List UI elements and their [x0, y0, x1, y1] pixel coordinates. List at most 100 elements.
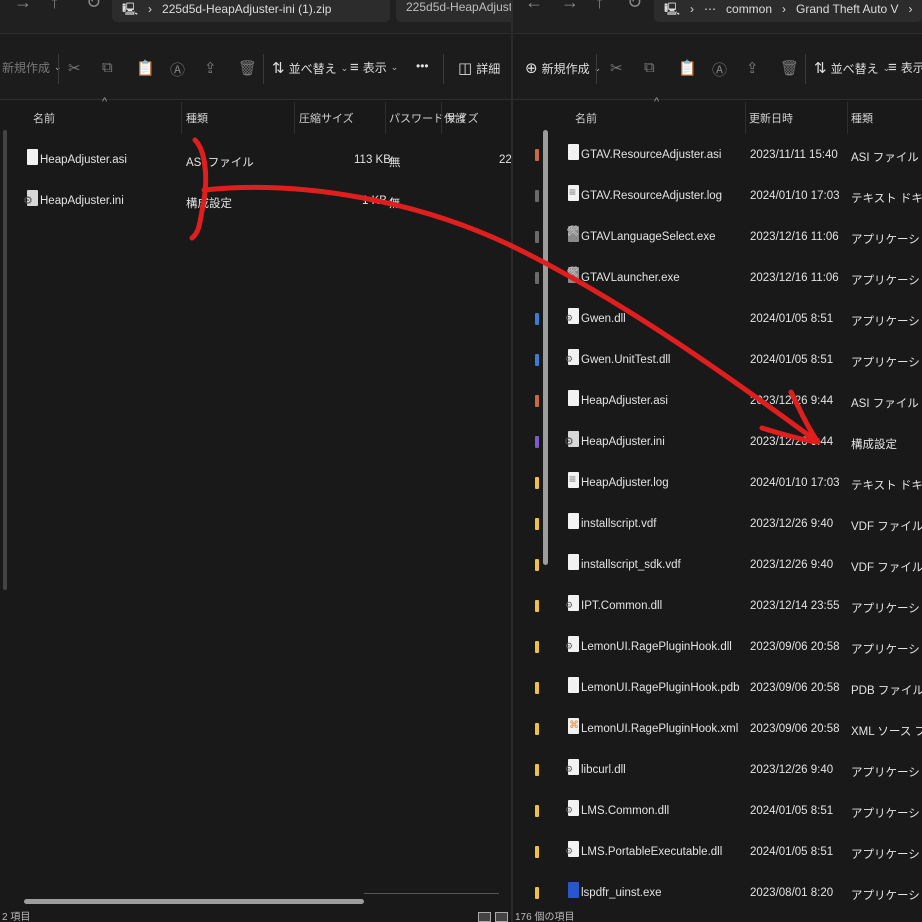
nav-folder-icon[interactable]: [535, 313, 539, 325]
more-button[interactable]: •••: [416, 59, 429, 73]
nav-folder-icon[interactable]: [535, 190, 539, 202]
delete-button[interactable]: 🗑: [238, 59, 257, 77]
column-divider[interactable]: [847, 102, 848, 134]
refresh-icon[interactable]: ↻: [86, 0, 101, 13]
rename-button[interactable]: Ⓐ: [170, 59, 185, 80]
column-type[interactable]: 種類: [186, 110, 208, 126]
column-divider[interactable]: [745, 102, 746, 134]
nav-folder-icon[interactable]: [535, 641, 539, 653]
right-breadcrumb[interactable]: 🖳 › ⋯ common › Grand Theft Auto V ›: [654, 0, 922, 22]
table-row[interactable]: installscript.vdf 2023/12/26 9:40 VDF ファイル: [513, 504, 922, 545]
rename-icon: Ⓐ: [170, 62, 186, 79]
view-button[interactable]: ≡ 表示 ⌄: [350, 59, 398, 76]
nav-folder-icon[interactable]: [535, 518, 539, 530]
nav-folder-icon[interactable]: [535, 682, 539, 694]
table-row[interactable]: HeapAdjuster.log 2024/01/10 17:03 テキスト ドキュ…: [513, 463, 922, 504]
sort-button[interactable]: ⇅ 並べ替え ⌄: [272, 59, 348, 77]
left-explorer-window: → ↑ ↻ 🖳 › 225d5d-HeapAdjuster-ini (1).zip …: [0, 0, 512, 922]
dll-file-icon: [565, 800, 579, 816]
table-row[interactable]: LemonUI.RagePluginHook.xml 2023/09/06 20:…: [513, 709, 922, 750]
left-column-header: ^ 名前 種類 圧縮サイズ パスワード保護 サイズ: [0, 96, 512, 136]
nav-folder-icon[interactable]: [535, 149, 539, 161]
left-breadcrumb[interactable]: 🖳 › 225d5d-HeapAdjuster-ini (1).zip: [112, 0, 390, 22]
table-row[interactable]: GTAV.ResourceAdjuster.asi 2023/11/11 15:4…: [513, 135, 922, 176]
table-row[interactable]: LMS.PortableExecutable.dll 2024/01/05 8:5…: [513, 832, 922, 873]
file-file-icon: [568, 513, 579, 529]
table-row[interactable]: Gwen.UnitTest.dll 2024/01/05 8:51 アプリケーション…: [513, 340, 922, 381]
nav-folder-icon[interactable]: [535, 600, 539, 612]
column-name[interactable]: 名前: [33, 110, 55, 126]
nav-folder-icon[interactable]: [535, 887, 539, 899]
tiles-view-icon[interactable]: [495, 912, 508, 922]
table-row[interactable]: Gwen.dll 2024/01/05 8:51 アプリケーション拡張: [513, 299, 922, 340]
delete-button[interactable]: 🗑: [780, 59, 799, 77]
column-divider[interactable]: [385, 102, 386, 134]
table-row[interactable]: libcurl.dll 2023/12/26 9:40 アプリケーション拡張: [513, 750, 922, 791]
column-compressed[interactable]: 圧縮サイズ: [299, 110, 354, 126]
table-row[interactable]: HeapAdjuster.asi ASI ファイル 113 KB 無 225: [0, 140, 512, 181]
table-row[interactable]: GTAVLanguageSelect.exe 2023/12/16 11:06 アプ…: [513, 217, 922, 258]
column-divider[interactable]: [441, 102, 442, 134]
nav-folder-icon[interactable]: [535, 477, 539, 489]
up-icon[interactable]: ↑: [595, 0, 604, 13]
table-row[interactable]: HeapAdjuster.ini 構成設定 1 KB 無: [0, 181, 512, 222]
nav-folder-icon[interactable]: [535, 231, 539, 243]
file-name: Gwen.UnitTest.dll: [581, 354, 671, 366]
sort-button[interactable]: ⇅ 並べ替え ⌄: [814, 59, 890, 77]
nav-folder-icon[interactable]: [535, 272, 539, 284]
horizontal-scrollbar[interactable]: [24, 899, 364, 904]
column-type[interactable]: 種類: [851, 110, 873, 126]
column-size[interactable]: サイズ: [446, 110, 479, 126]
file-name: GTAVLauncher.exe: [581, 272, 680, 284]
up-icon[interactable]: ↑: [50, 0, 59, 13]
rename-button[interactable]: Ⓐ: [712, 59, 727, 80]
table-row[interactable]: installscript_sdk.vdf 2023/12/26 9:40 VDF …: [513, 545, 922, 586]
view-button[interactable]: ≡ 表示: [888, 59, 922, 76]
back-icon[interactable]: ←: [525, 0, 543, 13]
column-divider[interactable]: [294, 102, 295, 134]
forward-icon[interactable]: →: [561, 0, 579, 13]
paste-button[interactable]: 📋: [678, 59, 697, 77]
copy-button[interactable]: ⧉: [644, 59, 655, 76]
right-status-bar: 176 個の項目: [515, 912, 575, 922]
left-nav-scrollbar[interactable]: [3, 130, 7, 590]
nav-folder-icon[interactable]: [535, 805, 539, 817]
share-button[interactable]: ⇪: [204, 59, 217, 77]
nav-folder-icon[interactable]: [535, 354, 539, 366]
cut-button[interactable]: ✂: [68, 59, 81, 77]
forward-icon[interactable]: →: [14, 0, 32, 13]
table-row[interactable]: LemonUI.RagePluginHook.pdb 2023/09/06 20:…: [513, 668, 922, 709]
file-name: LemonUI.RagePluginHook.xml: [581, 723, 739, 735]
nav-folder-icon[interactable]: [535, 436, 539, 448]
nav-folder-icon[interactable]: [535, 559, 539, 571]
cut-button[interactable]: ✂: [610, 59, 623, 77]
share-button[interactable]: ⇪: [746, 59, 759, 77]
column-modified[interactable]: 更新日時: [749, 110, 793, 126]
chevron-down-icon: ⌄: [340, 62, 349, 73]
table-row[interactable]: GTAVLauncher.exe 2023/12/16 11:06 アプリケーション: [513, 258, 922, 299]
file-password: 無: [389, 157, 401, 169]
nav-folder-icon[interactable]: [535, 846, 539, 858]
table-row[interactable]: HeapAdjuster.ini 2023/12/26 9:44 構成設定: [513, 422, 922, 463]
nav-folder-icon[interactable]: [535, 395, 539, 407]
column-divider[interactable]: [181, 102, 182, 134]
column-name[interactable]: 名前: [575, 110, 597, 126]
paste-button[interactable]: 📋: [136, 59, 155, 77]
dll-file-icon: [565, 349, 579, 365]
table-row[interactable]: LemonUI.RagePluginHook.dll 2023/09/06 20:…: [513, 627, 922, 668]
left-search-box[interactable]: 225d5d-HeapAdjuster-ini: [396, 0, 512, 22]
new-button[interactable]: ⊕ 新規作成 ⌄: [525, 59, 601, 77]
table-row[interactable]: IPT.Common.dll 2023/12/14 23:55 アプリケーション拡張: [513, 586, 922, 627]
nav-folder-icon[interactable]: [535, 723, 539, 735]
details-view-icon[interactable]: [478, 912, 491, 922]
table-row[interactable]: HeapAdjuster.asi 2023/12/26 9:44 ASI ファイル: [513, 381, 922, 422]
refresh-icon[interactable]: ↻: [627, 0, 642, 13]
table-row[interactable]: LMS.Common.dll 2024/01/05 8:51 アプリケーション拡張: [513, 791, 922, 832]
file-name: libcurl.dll: [581, 764, 626, 776]
nav-folder-icon[interactable]: [535, 764, 539, 776]
table-row[interactable]: GTAV.ResourceAdjuster.log 2024/01/10 17:0…: [513, 176, 922, 217]
copy-button[interactable]: ⧉: [102, 59, 113, 76]
new-button[interactable]: 新規作成⌄: [2, 59, 62, 76]
file-name: GTAVLanguageSelect.exe: [581, 231, 716, 243]
details-button[interactable]: ◫ 詳細: [458, 59, 500, 77]
